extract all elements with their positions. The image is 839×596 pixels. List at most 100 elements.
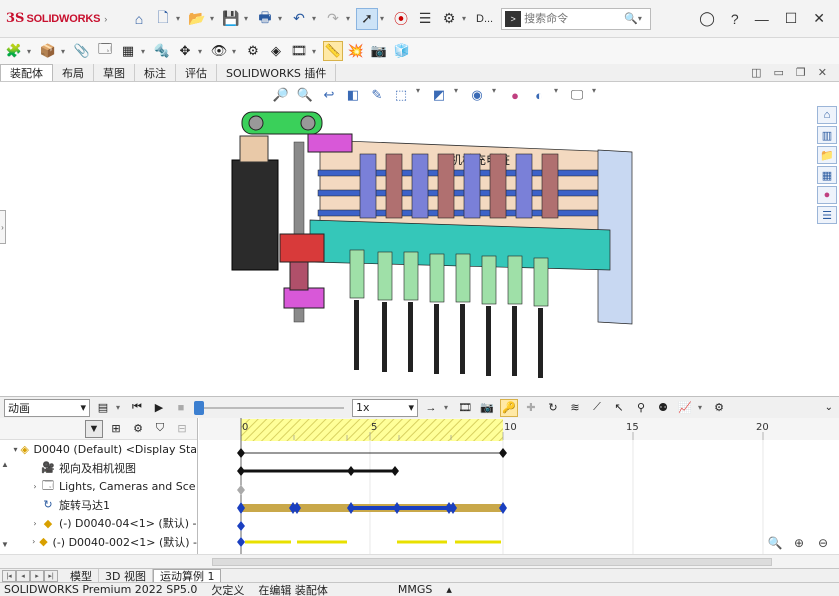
gravity-icon[interactable]: ⚉ bbox=[654, 399, 672, 417]
play-from-start-icon[interactable]: ⏮ bbox=[128, 399, 146, 417]
insert-component-icon[interactable]: 📦 bbox=[38, 41, 58, 61]
filter-results-icon[interactable]: ⛉ bbox=[151, 420, 169, 438]
auto-update-icon[interactable]: ⊟ bbox=[173, 420, 191, 438]
view-palette-icon[interactable]: ▦ bbox=[817, 166, 837, 184]
chevron-down-icon[interactable]: ▾ bbox=[141, 47, 149, 56]
playback-speed-select[interactable]: 1x ▾ bbox=[352, 398, 418, 417]
tab-addins[interactable]: SOLIDWORKS 插件 bbox=[217, 64, 337, 81]
show-hidden-icon[interactable]: 👁 bbox=[209, 41, 229, 61]
help-icon[interactable]: ? bbox=[731, 11, 739, 27]
minimize-button[interactable]: — bbox=[755, 11, 769, 27]
rebuild-traffic-light-icon[interactable]: ⦿ bbox=[390, 8, 412, 30]
scroll-down-icon[interactable]: ▼ bbox=[1, 540, 9, 549]
slider-thumb[interactable] bbox=[194, 400, 204, 415]
chevron-down-icon[interactable]: ▾ bbox=[210, 14, 218, 23]
chevron-down-icon[interactable]: ▾ bbox=[232, 47, 240, 56]
tab-sketch[interactable]: 草图 bbox=[94, 64, 135, 81]
search-icon[interactable]: 🔍 bbox=[624, 12, 638, 25]
zoom-to-fit-timeline-icon[interactable]: 🔍 bbox=[765, 534, 785, 552]
tab-layout[interactable]: 布局 bbox=[53, 64, 94, 81]
home-icon[interactable]: ⌂ bbox=[817, 106, 837, 124]
chevron-down-icon[interactable]: ▾ bbox=[380, 14, 388, 23]
autokey-icon[interactable]: 🔑 bbox=[500, 398, 518, 417]
tree-vertical-scrollbar[interactable]: ▲ ▼ bbox=[0, 418, 10, 554]
chevron-down-icon[interactable]: ▾ bbox=[198, 47, 206, 56]
zoom-in-icon[interactable]: ⊕ bbox=[789, 534, 809, 552]
study-type-select[interactable]: 动画 ▾ bbox=[4, 398, 90, 417]
key-point[interactable] bbox=[347, 466, 355, 476]
maximize-button[interactable]: ☐ bbox=[785, 10, 798, 27]
smart-fasteners-icon[interactable]: 🔩 bbox=[152, 41, 172, 61]
chevron-down-icon[interactable]: ▾ bbox=[638, 14, 646, 23]
design-library-icon[interactable]: ▥ bbox=[817, 126, 837, 144]
contact-icon[interactable]: ⚲ bbox=[632, 399, 650, 417]
snapshot-icon[interactable]: 📷 bbox=[369, 41, 389, 61]
chevron-down-icon[interactable]: ▾ bbox=[312, 47, 320, 56]
tree-item-rotary-motor[interactable]: ↻ 旋转马达1 bbox=[30, 496, 197, 515]
file-explorer-icon[interactable]: 📁 bbox=[817, 146, 837, 164]
unit-menu-icon[interactable]: ▴ bbox=[446, 583, 452, 596]
unit-system[interactable]: MMGS bbox=[398, 583, 433, 596]
spring-icon[interactable]: ≋ bbox=[566, 399, 584, 417]
key-point[interactable] bbox=[237, 466, 245, 476]
appearances-icon[interactable]: ● bbox=[817, 186, 837, 204]
graphics-area[interactable]: 🔎 🔍 ↩ ◧ ✎ ⬚ ▾ ◩ ▾ ◉ ▾ ● ◐ ▾ 🖵 ▾ › ⌂ ▥ 📁 ▦ ● ☰… bbox=[0, 82, 839, 396]
add-key-icon[interactable]: ✚ bbox=[522, 399, 540, 417]
next-tab-icon[interactable]: ▸ bbox=[30, 569, 44, 582]
chevron-down-icon[interactable]: ▾ bbox=[312, 14, 320, 23]
motion-properties-icon[interactable]: ⚙ bbox=[710, 399, 728, 417]
open-folder-icon[interactable]: 📂 bbox=[186, 8, 208, 30]
filter-selected-icon[interactable]: ⚙ bbox=[129, 420, 147, 438]
key-point[interactable] bbox=[237, 448, 245, 458]
timeline-horizontal-scrollbar[interactable] bbox=[0, 554, 839, 568]
user-account-icon[interactable]: ◯ bbox=[699, 10, 715, 27]
results-plots-icon[interactable]: 📈 bbox=[676, 399, 694, 417]
damper-icon[interactable]: ⟋ bbox=[588, 399, 606, 417]
tab-motion-study-1[interactable]: 运动算例 1 bbox=[152, 568, 222, 583]
tile-window-icon[interactable]: ❐ bbox=[796, 66, 806, 79]
chevron-down-icon[interactable]: ▾ bbox=[116, 403, 124, 412]
tree-item-views-cameras[interactable]: 🎥 视向及相机视图 bbox=[30, 459, 197, 478]
prev-tab-icon[interactable]: ◂ bbox=[16, 569, 30, 582]
save-icon[interactable]: 💾 bbox=[220, 8, 242, 30]
timeline-graph[interactable]: 0 5 10 15 20 bbox=[199, 418, 839, 554]
assembly-model-render[interactable]: 机械充电桩 bbox=[200, 102, 640, 392]
chevron-down-icon[interactable]: ▾ bbox=[698, 403, 706, 412]
home-icon[interactable]: ⌂ bbox=[128, 8, 150, 30]
custom-properties-icon[interactable]: ☰ bbox=[817, 206, 837, 224]
file-properties-icon[interactable]: ☰ bbox=[414, 8, 436, 30]
tab-3d-views[interactable]: 3D 视图 bbox=[99, 568, 153, 583]
edit-component-icon[interactable]: 🧩 bbox=[4, 41, 24, 61]
collapse-motion-manager-icon[interactable]: ⌄ bbox=[825, 402, 839, 413]
tree-item-assembly[interactable]: ▾ ◈ D0040 (Default) <Display Sta bbox=[12, 440, 197, 459]
animation-wizard-icon[interactable]: 📷 bbox=[478, 399, 496, 417]
undo-icon[interactable]: ↶ bbox=[288, 8, 310, 30]
search-input[interactable] bbox=[524, 12, 625, 25]
key-point[interactable] bbox=[237, 537, 245, 547]
tab-model[interactable]: 模型 bbox=[64, 568, 99, 583]
chevron-down-icon[interactable]: ▾ bbox=[444, 403, 452, 412]
instant3d-icon[interactable]: 🧊 bbox=[392, 41, 412, 61]
panel-collapse-handle[interactable]: › bbox=[0, 210, 6, 244]
assembly-features-icon[interactable]: ⚙ bbox=[243, 41, 263, 61]
new-document-icon[interactable]: 🗋 bbox=[152, 8, 174, 30]
tab-markup[interactable]: 标注 bbox=[135, 64, 176, 81]
linear-pattern-icon[interactable]: ▦ bbox=[118, 41, 138, 61]
first-tab-icon[interactable]: |◂ bbox=[2, 569, 16, 582]
zoom-out-icon[interactable]: ⊖ bbox=[813, 534, 833, 552]
playback-slider[interactable] bbox=[194, 399, 344, 417]
key-point[interactable] bbox=[499, 448, 507, 458]
play-icon[interactable]: ▶ bbox=[150, 399, 168, 417]
chevron-down-icon[interactable]: ▾ bbox=[27, 47, 35, 56]
scrollbar-thumb[interactable] bbox=[212, 558, 772, 566]
select-pointer-icon[interactable]: ➚ bbox=[356, 7, 378, 30]
component-preview-icon[interactable]: 🗔 bbox=[95, 41, 115, 61]
key-point[interactable] bbox=[237, 485, 245, 495]
new-motion-study-icon[interactable]: 🎞 bbox=[289, 41, 309, 61]
close-button[interactable]: ✕ bbox=[813, 10, 825, 27]
move-component-icon[interactable]: ✥ bbox=[175, 41, 195, 61]
force-icon[interactable]: ↖ bbox=[610, 399, 628, 417]
options-gear-icon[interactable]: ⚙ bbox=[438, 8, 460, 30]
search-commands[interactable]: > 🔍 ▾ bbox=[501, 7, 652, 30]
tab-evaluate[interactable]: 评估 bbox=[176, 64, 217, 81]
